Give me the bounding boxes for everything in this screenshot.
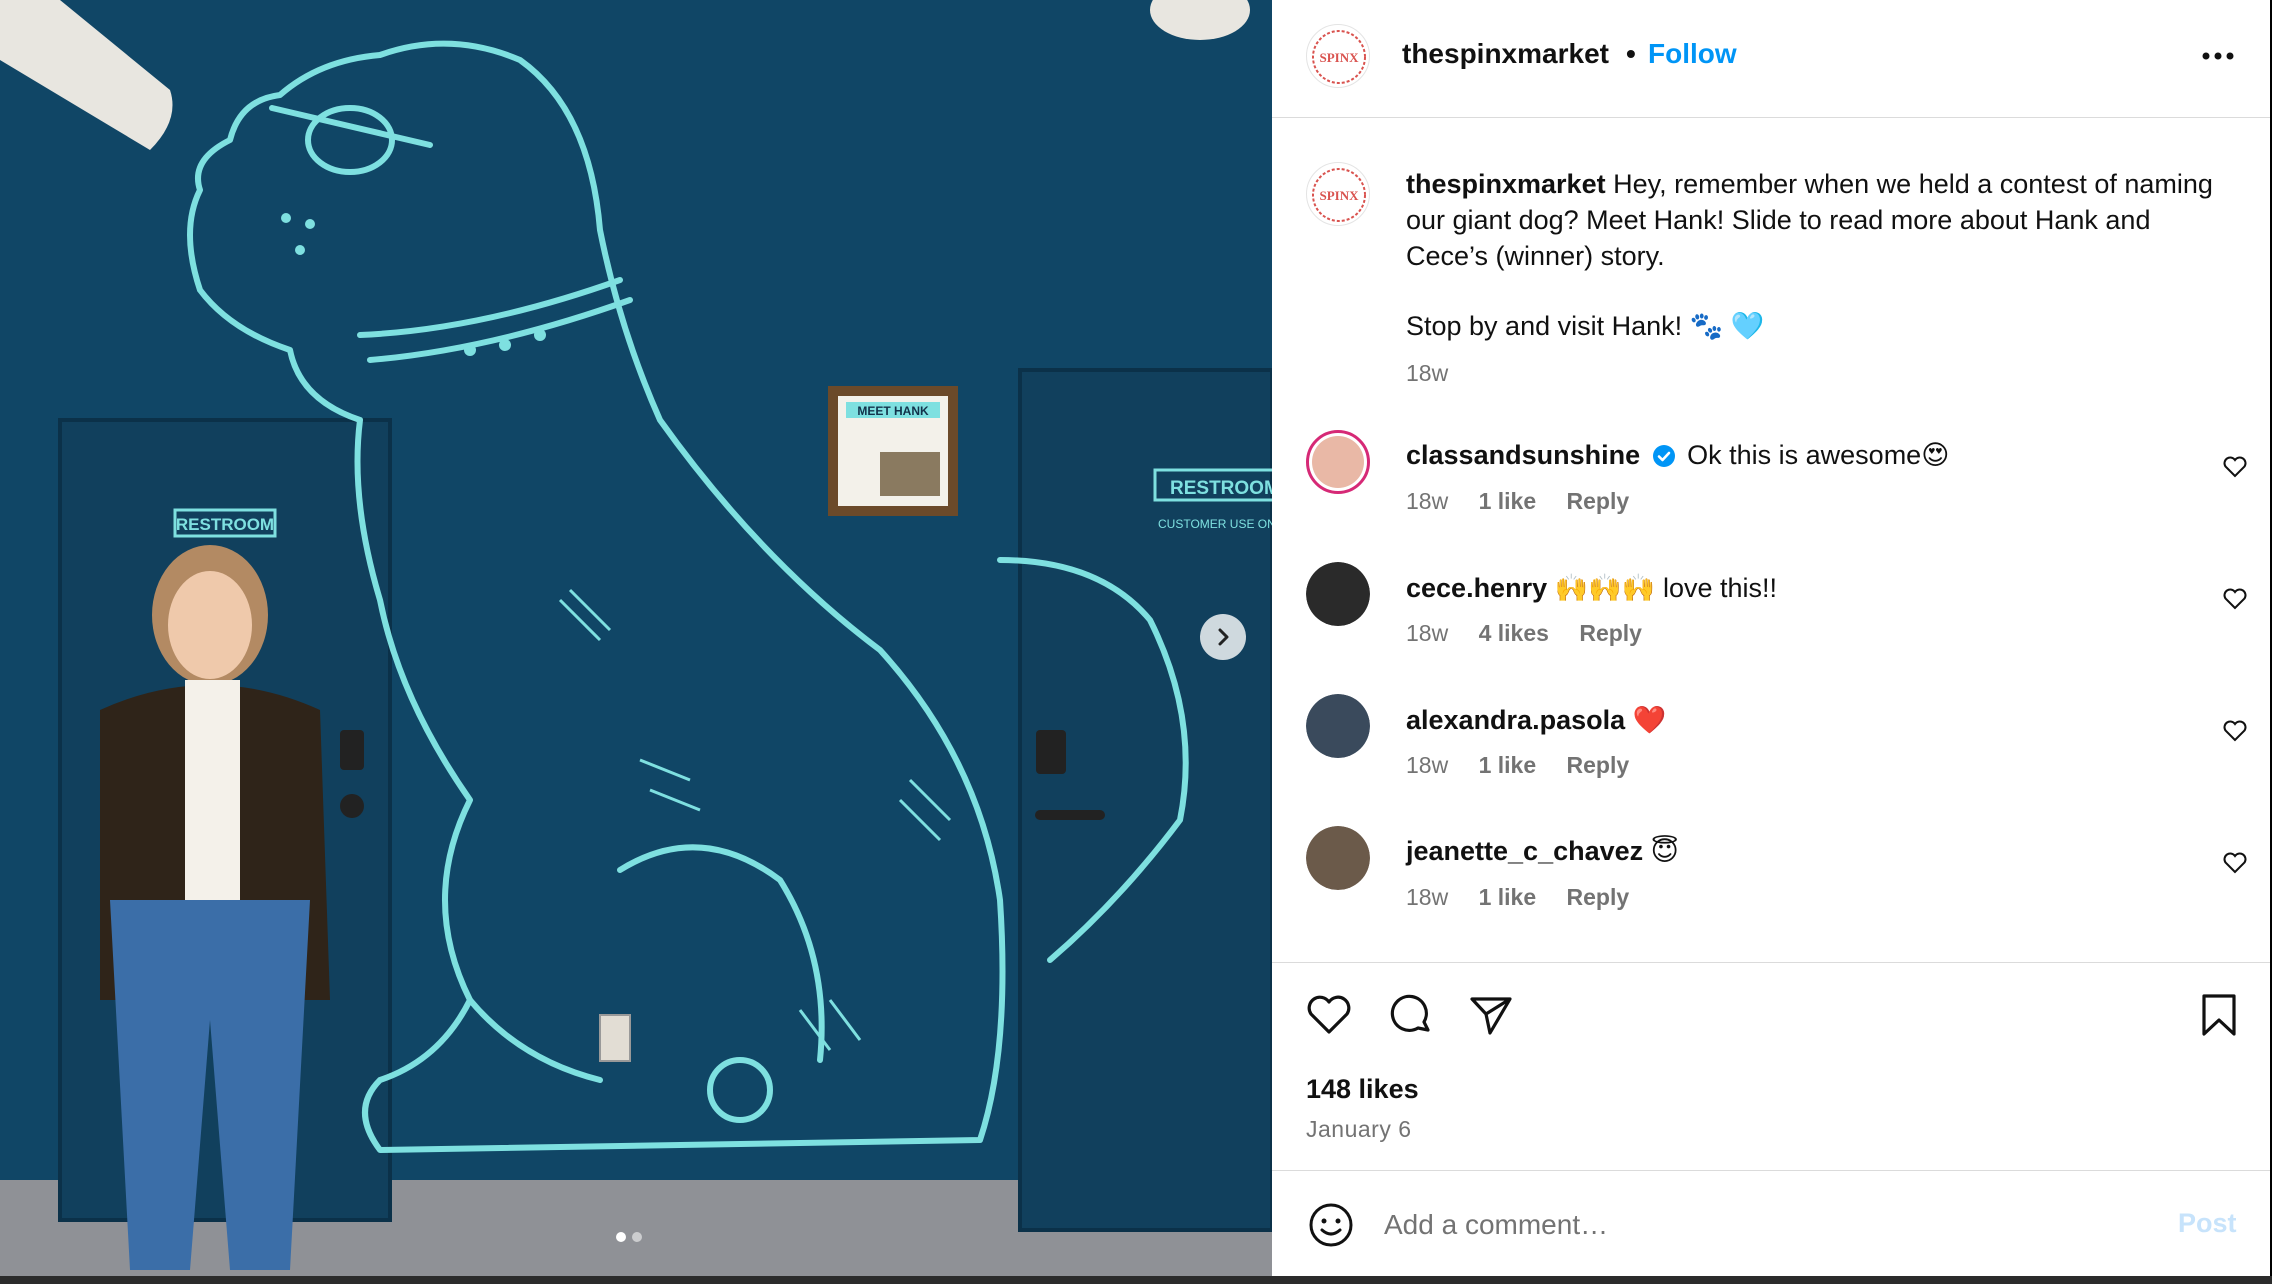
spinx-logo-icon: SPINX (1312, 30, 1366, 84)
comment-likes[interactable]: 1 like (1479, 884, 1537, 910)
comment-text: cece.henry 🙌🙌🙌 love this!! (1406, 572, 1777, 604)
comment-likes[interactable]: 1 like (1479, 488, 1537, 514)
caption-timestamp[interactable]: 18w (1406, 360, 1448, 387)
reply-button[interactable]: Reply (1567, 884, 1630, 910)
commenter-avatar[interactable] (1306, 562, 1370, 626)
comment-text: jeanette_c_chavez 😇 (1406, 836, 1679, 867)
author-avatar[interactable]: SPINX (1306, 24, 1370, 88)
comment-body: Ok this is awesome😍 (1687, 440, 1950, 470)
spinx-logo-icon: SPINX (1312, 168, 1366, 222)
sign-restroom-left: RESTROOM (176, 515, 274, 534)
post-comment-button[interactable]: Post (2178, 1208, 2237, 1239)
chevron-right-icon (1218, 628, 1229, 646)
comment-text: classandsunshine Ok this is awesome😍 (1406, 440, 1949, 471)
emoji-icon[interactable] (1306, 1200, 1356, 1250)
commenter-username[interactable]: cece.henry (1406, 573, 1547, 603)
logo-text: SPINX (1319, 188, 1359, 203)
comment-body: 😇 (1650, 836, 1679, 866)
caption-author-avatar[interactable]: SPINX (1306, 162, 1370, 226)
comment-body: ❤️ (1632, 705, 1667, 735)
caption-username[interactable]: thespinxmarket (1406, 169, 1606, 199)
commenter-avatar[interactable] (1306, 694, 1370, 758)
heart-icon[interactable] (2222, 718, 2248, 744)
reply-button[interactable]: Reply (1567, 488, 1630, 514)
heart-icon[interactable] (2222, 850, 2248, 876)
comment-item: classandsunshine Ok this is awesome😍 18w… (1272, 430, 2270, 550)
add-comment-input[interactable] (1384, 1205, 2084, 1245)
comment-item: jeanette_c_chavez 😇 18w 1 like Reply (1272, 826, 2270, 946)
share-icon[interactable] (1466, 990, 1516, 1040)
likes-count[interactable]: 148 likes (1306, 1074, 1419, 1105)
comment-bar-divider (1272, 1170, 2270, 1171)
follow-button[interactable]: Follow (1648, 38, 1737, 70)
comment-time[interactable]: 18w (1406, 884, 1448, 910)
actions-divider (1272, 962, 2270, 963)
comment-time[interactable]: 18w (1406, 620, 1448, 646)
sign-restroom-right: RESTROOM (1170, 478, 1272, 499)
reply-button[interactable]: Reply (1579, 620, 1642, 646)
comment-item: alexandra.pasola ❤️ 18w 1 like Reply (1272, 694, 2270, 814)
comment-icon[interactable] (1386, 990, 1436, 1040)
post-side-panel: SPINX thespinxmarket • Follow SPINX thes… (1272, 0, 2270, 1276)
instagram-post-view: RESTROOM RESTROOM CUSTOMER USE ONLY MEET… (0, 0, 2272, 1284)
heart-icon[interactable] (2222, 454, 2248, 480)
post-photo: RESTROOM RESTROOM CUSTOMER USE ONLY MEET… (0, 0, 1272, 1276)
commenter-avatar[interactable] (1306, 826, 1370, 890)
comment-meta: 18w 1 like Reply (1406, 488, 1653, 515)
comment-meta: 18w 1 like Reply (1406, 752, 1653, 779)
carousel-indicator (616, 1232, 642, 1242)
comment-meta: 18w 1 like Reply (1406, 884, 1653, 911)
comment-item: cece.henry 🙌🙌🙌 love this!! 18w 4 likes R… (1272, 562, 2270, 682)
comment-time[interactable]: 18w (1406, 752, 1448, 778)
commenter-avatar[interactable] (1306, 430, 1370, 494)
more-icon[interactable] (2198, 36, 2238, 76)
comment-time[interactable]: 18w (1406, 488, 1448, 514)
commenter-username[interactable]: alexandra.pasola (1406, 705, 1625, 735)
caption-line-2: Stop by and visit Hank! 🐾 🩵 (1406, 311, 1765, 341)
post-header: SPINX thespinxmarket • Follow (1272, 0, 2270, 118)
carousel-dot-active (616, 1232, 626, 1242)
heart-icon[interactable] (2222, 586, 2248, 612)
bottom-strip (0, 1276, 2272, 1284)
bookmark-icon[interactable] (2194, 990, 2244, 1040)
like-heart-icon[interactable] (1304, 990, 1354, 1040)
commenter-username[interactable]: jeanette_c_chavez (1406, 836, 1643, 866)
carousel-dot (632, 1232, 642, 1242)
reply-button[interactable]: Reply (1567, 752, 1630, 778)
comment-text: alexandra.pasola ❤️ (1406, 704, 1666, 736)
sign-customer-use: CUSTOMER USE ONLY (1158, 517, 1272, 531)
comment-likes[interactable]: 4 likes (1479, 620, 1549, 646)
post-caption: thespinxmarket Hey, remember when we hel… (1406, 166, 2216, 274)
sign-meet-hank: MEET HANK (857, 404, 929, 418)
carousel-next-button[interactable] (1200, 614, 1246, 660)
verified-icon (1652, 445, 1675, 467)
comment-likes[interactable]: 1 like (1479, 752, 1537, 778)
commenter-username[interactable]: classandsunshine (1406, 440, 1640, 470)
mural-photo: RESTROOM RESTROOM CUSTOMER USE ONLY MEET… (0, 0, 1272, 1276)
comment-meta: 18w 4 likes Reply (1406, 620, 1666, 647)
logo-text: SPINX (1319, 50, 1359, 65)
post-date[interactable]: January 6 (1306, 1116, 1412, 1143)
author-username[interactable]: thespinxmarket (1402, 38, 1609, 70)
separator-dot: • (1626, 38, 1636, 69)
comment-body: 🙌🙌🙌 love this!! (1554, 573, 1778, 603)
